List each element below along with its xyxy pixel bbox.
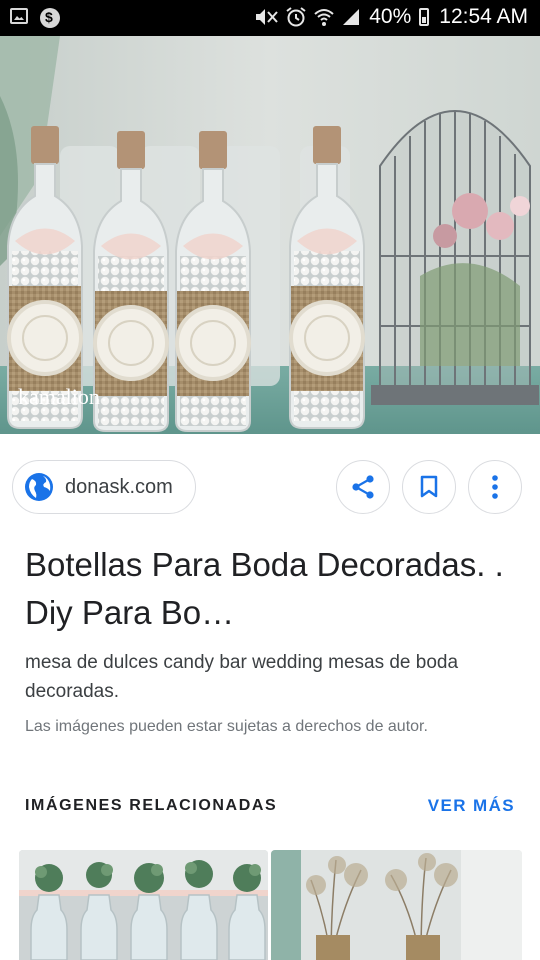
more-options-button[interactable] — [468, 460, 522, 514]
more-vert-icon — [492, 475, 498, 499]
alarm-icon — [286, 7, 306, 27]
status-bar-left — [10, 8, 60, 28]
bookmark-icon — [420, 475, 438, 498]
watermark: kamalion — [18, 384, 100, 409]
result-description: mesa de dulces candy bar wedding mesas d… — [25, 652, 459, 702]
source-link[interactable]: donask.com — [12, 460, 196, 514]
wifi-icon — [314, 9, 334, 26]
settings-app-icon — [40, 8, 60, 28]
source-domain: donask.com — [65, 475, 173, 498]
hero-image[interactable]: kamalion — [0, 36, 540, 434]
see-more-link[interactable]: VER MÁS — [428, 796, 515, 816]
result-title[interactable]: Botellas Para Boda Decoradas. . Diy Para… — [25, 541, 525, 637]
battery-icon — [419, 8, 430, 26]
decorated-bottles-photo: kamalion — [0, 36, 540, 434]
signal-icon — [343, 9, 360, 25]
battery-percent: 40% — [369, 5, 412, 28]
status-bar-right: 40% 12:54 AM — [253, 5, 528, 29]
gallery-icon — [10, 8, 28, 24]
copyright-notice: Las imágenes pueden estar sujetas a dere… — [25, 718, 428, 735]
status-bar: 40% 12:54 AM — [0, 0, 540, 36]
save-button[interactable] — [402, 460, 456, 514]
globe-icon — [25, 473, 53, 501]
share-button[interactable] — [336, 460, 390, 514]
related-images-heading: IMÁGENES RELACIONADAS — [25, 797, 278, 814]
clock: 12:54 AM — [439, 5, 528, 28]
related-image-thumbnail[interactable] — [19, 850, 268, 960]
share-icon — [352, 475, 374, 499]
mute-icon — [256, 9, 278, 25]
related-image-thumbnail[interactable] — [271, 850, 522, 960]
